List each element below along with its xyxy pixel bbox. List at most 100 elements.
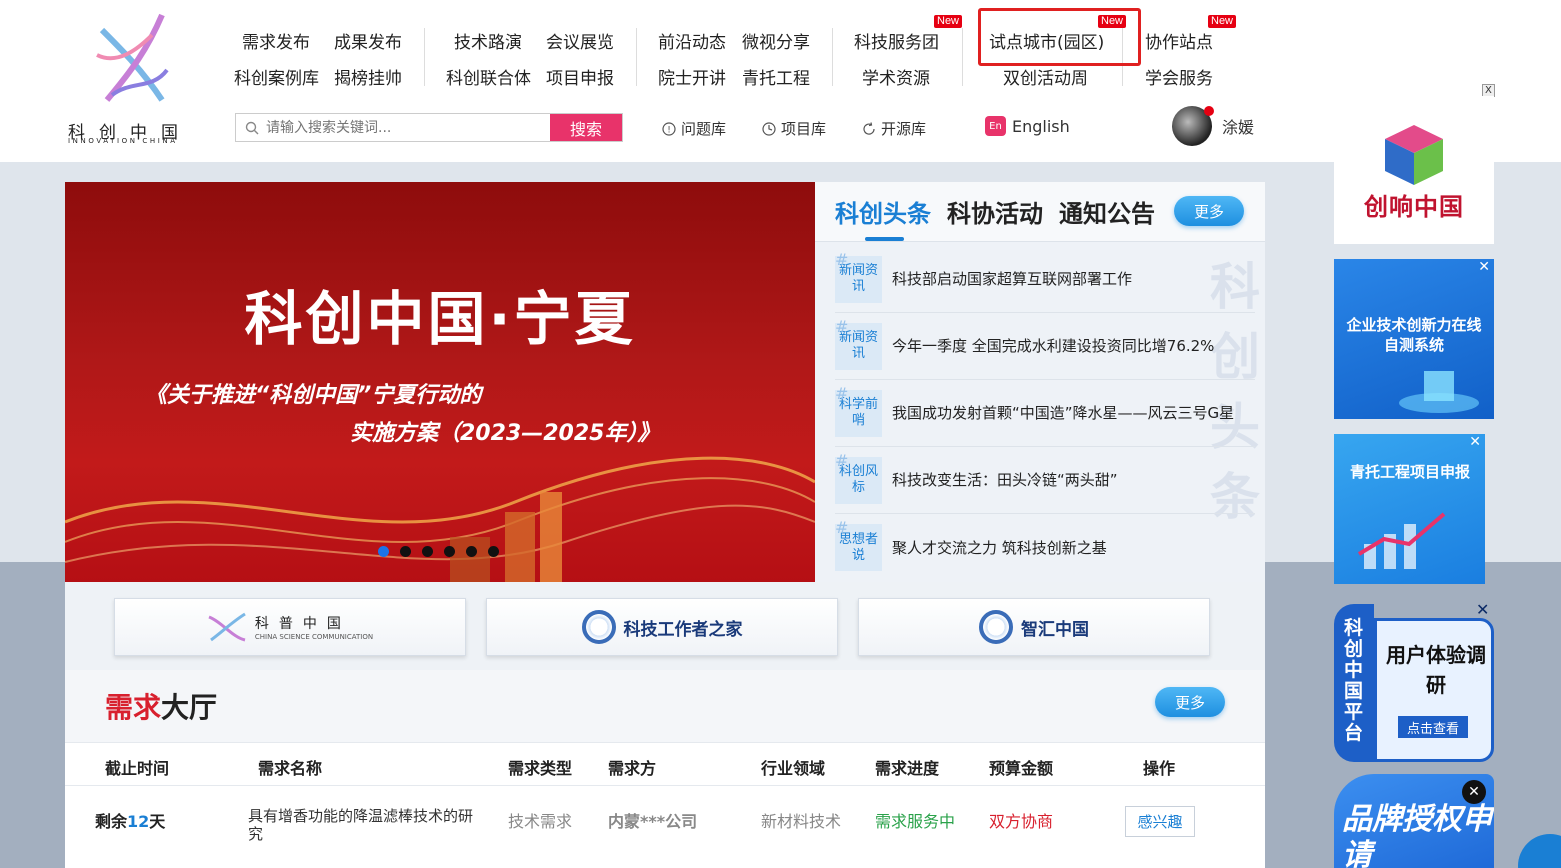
industry-field-cell: 新材料技术 (761, 812, 842, 831)
nav-innovation-union[interactable]: 科创联合体 (446, 64, 531, 89)
nav-micro-video[interactable]: 微视分享 (742, 28, 810, 53)
ad-user-survey[interactable]: 科创中国平台 用户体验调研 点击查看 ✕ (1334, 600, 1494, 762)
hall-more-button[interactable]: 更多 (1155, 687, 1225, 717)
ad4-title: 用户体验调研 (1386, 643, 1486, 697)
table-row[interactable]: 剩余12天 具有增香功能的降温滤棒技术的研究 技术需求 内蒙***公司 新材料技… (65, 786, 1265, 868)
nav-divider (832, 28, 833, 86)
new-badge: New (934, 15, 963, 28)
nav-academician-talk[interactable]: 院士开讲 (658, 64, 726, 89)
nav-case-library[interactable]: 科创案例库 (234, 64, 319, 89)
demand-hall: 需求大厅 更多 截止时间 需求名称 需求类型 需求方 行业领域 需求进度 预算金… (65, 670, 1265, 868)
opensource-library-link[interactable]: 开源库 (862, 118, 926, 139)
notification-dot (1204, 106, 1214, 116)
close-icon[interactable]: ✕ (1476, 600, 1489, 619)
interested-button[interactable]: 感兴趣 (1125, 806, 1195, 837)
close-icon[interactable]: ✕ (1462, 780, 1486, 804)
nav-result-publish[interactable]: 成果发布 (334, 28, 402, 53)
section-title: 需求大厅 (105, 686, 217, 726)
emblem-icon (581, 610, 616, 644)
tab-headlines[interactable]: 科创头条 (835, 194, 931, 229)
demand-name-line2: 究 (248, 825, 264, 843)
nav-frontier-news[interactable]: 前沿动态 (658, 28, 726, 53)
ad4-view-button[interactable]: 点击查看 (1398, 716, 1468, 738)
news-title[interactable]: 聚人才交流之力 筑科技创新之基 (892, 540, 1237, 556)
nav-academic-resources[interactable]: 学术资源 (862, 64, 930, 89)
col-action: 操作 (1143, 759, 1176, 778)
partner-sublabel: CHINA SCIENCE COMMUNICATION (254, 633, 374, 641)
partner-label: 科技工作者之家 (623, 619, 743, 640)
partner-label: 科普中国 (254, 616, 351, 632)
ad-chuangxiang-china[interactable]: 创响中国 (1334, 96, 1494, 244)
partner-scientist-home[interactable]: 科技工作者之家 (486, 598, 838, 656)
ad4-vertical-label: 科创中国平台 (1344, 617, 1364, 744)
language-switch[interactable]: En English (985, 116, 1070, 136)
logo-text-en: INNOVATION CHINA (68, 137, 178, 145)
news-tag: 思想者说 (835, 520, 882, 571)
news-item[interactable]: 科创风标 科技改变生活：田头冷链“两头甜” (835, 447, 1255, 514)
news-title[interactable]: 科技改变生活：田头冷链“两头甜” (892, 472, 1237, 488)
english-icon: En (985, 116, 1006, 136)
platform-illustration-icon (1399, 371, 1479, 413)
carousel-dot[interactable] (444, 546, 455, 557)
banner-subtitle-line2: 实施方案（2023—2025年）》 (350, 421, 660, 446)
ad-self-assessment[interactable]: ✕ 企业技术创新力在线自测系统 (1334, 259, 1494, 419)
deadline-suffix: 天 (149, 812, 166, 831)
section-title-rest: 大厅 (161, 691, 218, 724)
carousel-dot[interactable] (466, 546, 477, 557)
problem-library-link[interactable]: ! 问题库 (662, 118, 726, 139)
opensource-library-label: 开源库 (881, 120, 927, 138)
avatar[interactable] (1172, 106, 1214, 146)
partner-science-popularization[interactable]: 科普中国 CHINA SCIENCE COMMUNICATION (114, 598, 466, 656)
carousel-dot[interactable] (488, 546, 499, 557)
svg-text:!: ! (667, 125, 671, 135)
search-input[interactable] (236, 114, 550, 141)
carousel-dots (378, 546, 499, 557)
status-cell: 需求服务中 (875, 812, 956, 831)
close-icon[interactable]: ✕ (1469, 434, 1481, 450)
ad-youth-project[interactable]: ✕ 青托工程项目申报 (1334, 434, 1485, 584)
nav-demand-publish[interactable]: 需求发布 (242, 28, 310, 53)
news-item[interactable]: 新闻资讯 科技部启动国家超算互联网部署工作 (835, 246, 1255, 313)
hero-carousel[interactable]: 科创中国·宁夏 《关于推进“科创中国”宁夏行动的 实施方案（2023—2025年… (65, 182, 815, 582)
chart-illustration-icon (1357, 512, 1446, 569)
nav-project-apply[interactable]: 项目申报 (546, 64, 614, 89)
search-button[interactable]: 搜索 (550, 114, 622, 141)
news-item[interactable]: 新闻资讯 今年一季度 全国完成水利建设投资同比增76.2% (835, 313, 1255, 380)
demand-type-cell: 技术需求 (508, 812, 573, 831)
project-library-link[interactable]: 项目库 (762, 118, 826, 139)
demand-name-cell[interactable]: 具有增香功能的降温滤棒技术的研究 (248, 807, 473, 843)
ad-brand-authorization[interactable]: 品牌授权申请 ✕ (1334, 774, 1494, 868)
carousel-dot[interactable] (400, 546, 411, 557)
tab-notices[interactable]: 通知公告 (1059, 194, 1155, 229)
news-title[interactable]: 今年一季度 全国完成水利建设投资同比增76.2% (892, 338, 1237, 354)
tab-activities[interactable]: 科协活动 (947, 194, 1043, 229)
ad1-label: 创响中国 (1364, 193, 1464, 221)
news-item[interactable]: 思想者说 聚人才交流之力 筑科技创新之基 (835, 514, 1255, 581)
news-title[interactable]: 我国成功发射首颗“中国造”降水星——风云三号G星 (892, 405, 1237, 421)
news-tabs: 科创头条 科协活动 通知公告 更多 (815, 182, 1265, 242)
user-menu[interactable]: 涂媛 (1172, 106, 1254, 146)
nav-youth-project[interactable]: 青托工程 (742, 64, 810, 89)
news-item[interactable]: 科学前哨 我国成功发射首颗“中国造”降水星——风云三号G星 (835, 380, 1255, 447)
question-icon: ! (662, 121, 676, 136)
nav-innovation-week[interactable]: 双创活动周 (1003, 64, 1088, 89)
nav-tech-roadshow[interactable]: 技术路演 (454, 28, 522, 53)
close-icon[interactable]: ✕ (1478, 259, 1490, 275)
banner-title: 科创中国·宁夏 (244, 285, 636, 353)
carousel-dot[interactable] (422, 546, 433, 557)
header: 科创中国 INNOVATION CHINA 需求发布 成果发布 技术路演 会议展… (0, 0, 1561, 162)
partner-zhihui-china[interactable]: 智汇中国 (858, 598, 1210, 656)
news-title[interactable]: 科技部启动国家超算互联网部署工作 (892, 271, 1237, 287)
nav-service-team[interactable]: 科技服务团 (854, 28, 939, 53)
news-more-button[interactable]: 更多 (1174, 196, 1244, 226)
nav-exhibitions[interactable]: 会议展览 (546, 28, 614, 53)
nav-divider (962, 28, 963, 86)
carousel-dot[interactable] (378, 546, 389, 557)
new-badge: New (1208, 15, 1237, 28)
nav-society-service[interactable]: 学会服务 (1145, 64, 1213, 89)
scipop-logo-icon (208, 612, 246, 642)
site-logo[interactable]: 科创中国 INNOVATION CHINA (66, 8, 196, 145)
nav-open-competition[interactable]: 揭榜挂帅 (334, 64, 402, 89)
partner-label: 智汇中国 (1021, 619, 1089, 640)
nav-collab-site[interactable]: 协作站点 (1145, 28, 1213, 53)
